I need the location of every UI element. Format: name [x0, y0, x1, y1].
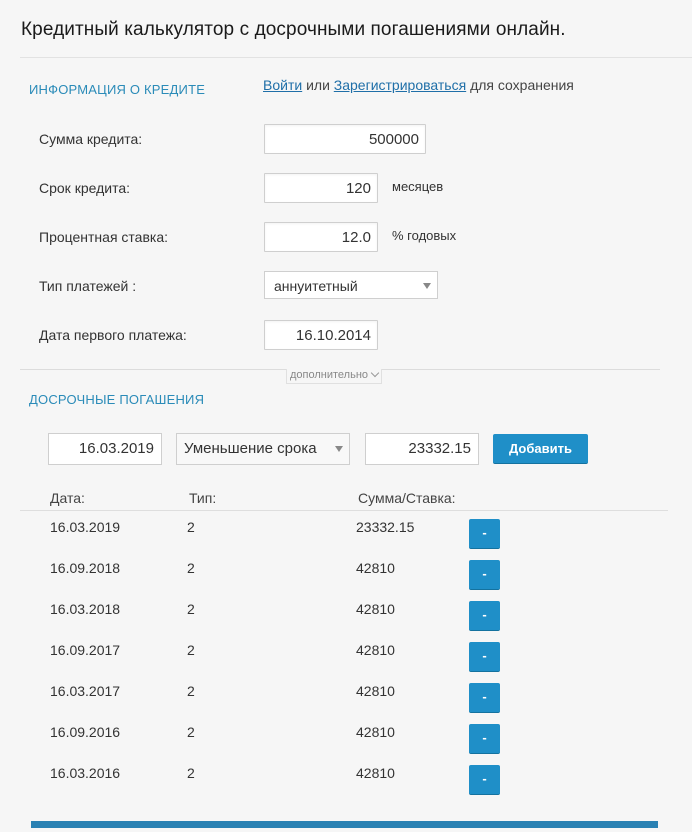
col-type-header: Тип:: [189, 490, 217, 506]
col-date-header: Дата:: [50, 490, 85, 506]
row-type: 2: [187, 519, 195, 535]
early-type-select[interactable]: Уменьшение срока: [176, 433, 350, 465]
remove-row-button[interactable]: -: [469, 601, 500, 631]
row-date: 16.09.2016: [50, 724, 121, 740]
row-amount: 42810: [356, 683, 395, 699]
term-unit: месяцев: [392, 179, 444, 194]
rate-input[interactable]: 12.0: [264, 222, 378, 252]
more-label: дополнительно: [290, 369, 369, 381]
row-date: 16.09.2017: [50, 642, 121, 658]
row-type: 2: [187, 683, 195, 699]
row-date: 16.03.2018: [50, 601, 121, 617]
page-title: Кредитный калькулятор с досрочными погаш…: [21, 19, 566, 40]
first-payment-label: Дата первого платежа:: [39, 327, 187, 343]
payment-type-label: Тип платежей :: [39, 278, 137, 294]
row-date: 16.03.2019: [50, 519, 121, 535]
row-type: 2: [187, 642, 195, 658]
early-type-value: Уменьшение срока: [184, 440, 317, 457]
table-row: 16.09.2017 2 42810 -: [0, 642, 692, 683]
remove-row-button[interactable]: -: [469, 765, 500, 795]
term-input[interactable]: 120: [264, 173, 378, 203]
table-row: 16.09.2018 2 42810 -: [0, 560, 692, 601]
payment-type-select[interactable]: аннуитетный: [264, 271, 438, 299]
rate-label: Процентная ставка:: [39, 229, 169, 245]
row-amount: 42810: [356, 642, 395, 658]
row-amount: 42810: [356, 724, 395, 740]
first-payment-input[interactable]: 16.10.2014: [264, 320, 378, 350]
save-text: для сохранения: [470, 77, 574, 93]
table-row: 16.03.2019 2 23332.15 -: [0, 519, 692, 560]
row-date: 16.03.2017: [50, 683, 121, 699]
table-header-divider: [20, 510, 668, 511]
bottom-bar: [31, 821, 658, 828]
more-toggle[interactable]: дополнительно: [286, 368, 383, 384]
amount-label: Сумма кредита:: [39, 131, 143, 147]
rate-unit: % годовых: [392, 228, 457, 243]
remove-row-button[interactable]: -: [469, 724, 500, 754]
col-amount-header: Сумма/Ставка:: [358, 490, 456, 506]
term-label: Срок кредита:: [39, 180, 131, 196]
amount-input[interactable]: 500000: [264, 124, 426, 154]
row-type: 2: [187, 724, 195, 740]
chevron-down-icon: [423, 283, 431, 289]
payment-type-value: аннуитетный: [274, 278, 358, 294]
info-section-heading: ИНФОРМАЦИЯ О КРЕДИТЕ: [29, 82, 206, 97]
remove-row-button[interactable]: -: [469, 642, 500, 672]
row-amount: 23332.15: [356, 519, 415, 535]
row-type: 2: [187, 601, 195, 617]
register-link[interactable]: Зарегистрироваться: [334, 77, 466, 93]
early-section-heading: ДОСРОЧНЫЕ ПОГАШЕНИЯ: [29, 392, 205, 407]
row-type: 2: [187, 560, 195, 576]
row-date: 16.03.2016: [50, 765, 121, 781]
table-row: 16.03.2018 2 42810 -: [0, 601, 692, 642]
row-amount: 42810: [356, 560, 395, 576]
row-amount: 42810: [356, 765, 395, 781]
login-link[interactable]: Войти: [263, 77, 302, 93]
remove-row-button[interactable]: -: [469, 683, 500, 713]
remove-row-button[interactable]: -: [469, 519, 500, 549]
row-date: 16.09.2018: [50, 560, 121, 576]
chevron-down-icon: [335, 446, 343, 452]
auth-links: Войти или Зарегистрироваться для сохране…: [263, 77, 574, 93]
add-button[interactable]: Добавить: [493, 434, 588, 464]
remove-row-button[interactable]: -: [469, 560, 500, 590]
row-amount: 42810: [356, 601, 395, 617]
table-row: 16.09.2016 2 42810 -: [0, 724, 692, 765]
early-date-input[interactable]: 16.03.2019: [48, 433, 162, 465]
table-row: 16.03.2016 2 42810 -: [0, 765, 692, 806]
row-type: 2: [187, 765, 195, 781]
title-divider: [20, 57, 692, 58]
chevron-down-icon: [370, 368, 380, 378]
early-amount-input[interactable]: 23332.15: [365, 433, 479, 465]
table-row: 16.03.2017 2 42810 -: [0, 683, 692, 724]
or-text: или: [306, 77, 330, 93]
